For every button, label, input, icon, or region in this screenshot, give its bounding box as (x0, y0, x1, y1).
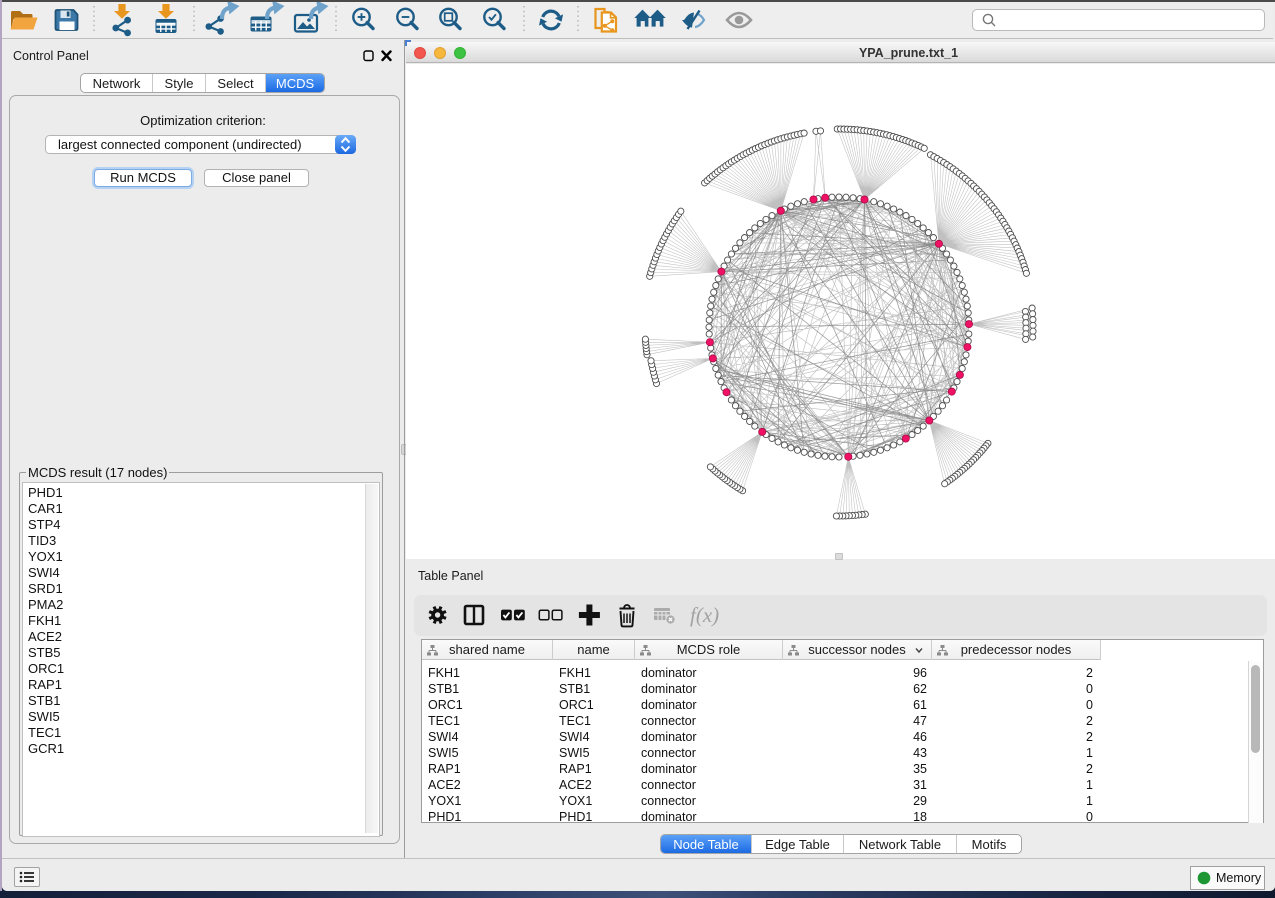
svg-text:f(x): f(x) (690, 603, 719, 627)
